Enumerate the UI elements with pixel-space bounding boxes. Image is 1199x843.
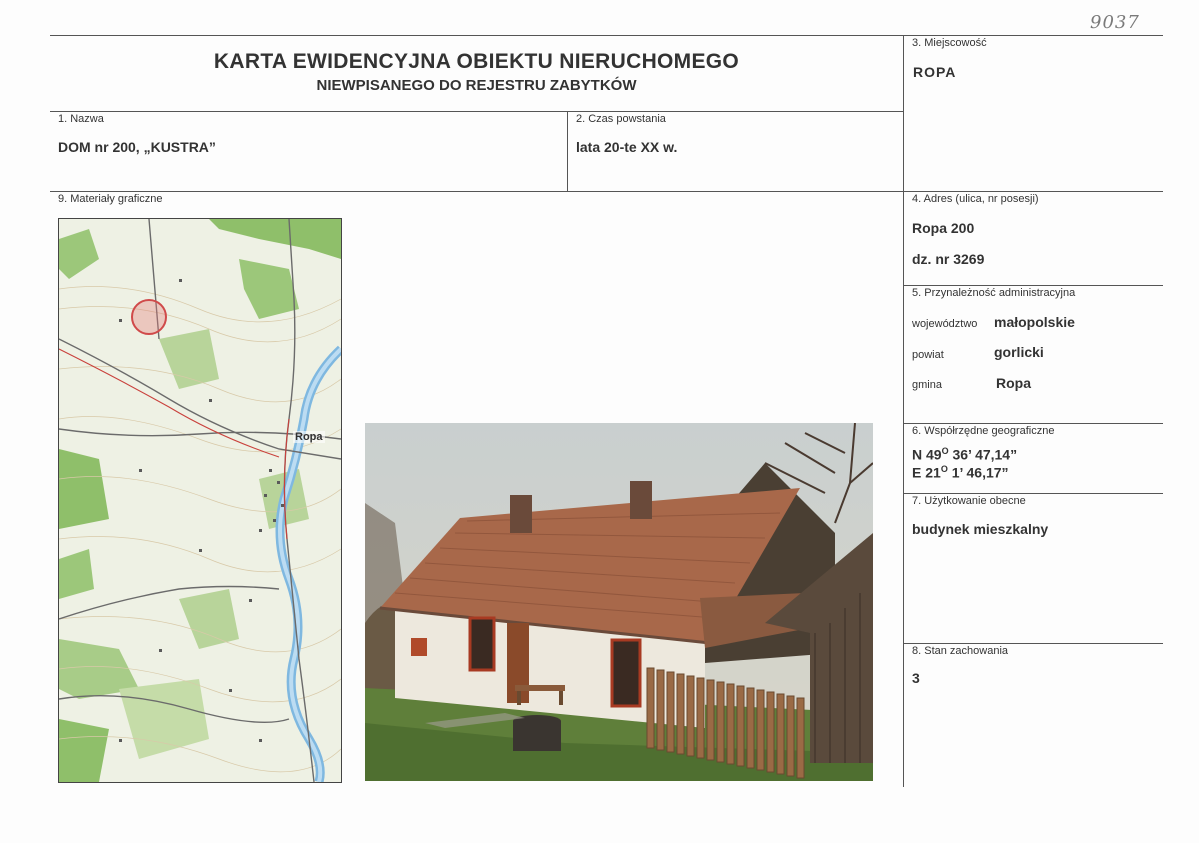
location-map: Ropa xyxy=(58,218,342,783)
uzytkowanie-value: budynek mieszkalny xyxy=(912,521,1049,537)
divider xyxy=(50,111,903,112)
adres-label: 4. Adres (ulica, nr posesji) xyxy=(912,193,1039,205)
map-graphic xyxy=(59,219,341,782)
top-border xyxy=(50,35,1163,36)
longitude: E 21O 1’ 46,17” xyxy=(912,464,1009,481)
degree-mark: O xyxy=(940,464,948,474)
photo-graphic xyxy=(365,423,873,781)
adres-line1: Ropa 200 xyxy=(912,220,975,236)
page-subtitle: NIEWPISANEGO DO REJESTRU ZABYTKÓW xyxy=(316,77,637,94)
materialy-label: 9. Materiały graficzne xyxy=(58,193,163,205)
miejscowosc-label: 3. Miejscowość xyxy=(912,37,987,49)
stan-value: 3 xyxy=(912,670,920,686)
stan-label: 8. Stan zachowania xyxy=(912,645,1009,657)
latitude-min-sec: 36’ 47,14” xyxy=(948,446,1018,463)
miejscowosc-value: ROPA xyxy=(913,64,957,80)
gmina-value: Ropa xyxy=(996,375,1031,391)
page-title: KARTA EWIDENCYJNA OBIEKTU NIERUCHOMEGO xyxy=(213,50,740,73)
czas-label: 2. Czas powstania xyxy=(576,113,666,125)
wspolrzedne-label: 6. Współrzędne geograficzne xyxy=(912,425,1055,437)
divider xyxy=(903,35,904,787)
page-header: KARTA EWIDENCYJNA OBIEKTU NIERUCHOMEGO N… xyxy=(50,50,903,94)
degree-mark: O xyxy=(941,446,949,456)
handwritten-number: 9037 xyxy=(1090,12,1140,33)
przynaleznosc-label: 5. Przynależność administracyjna xyxy=(912,287,1076,299)
divider xyxy=(903,423,1163,424)
map-town-label: Ropa xyxy=(293,431,325,443)
powiat-label: powiat xyxy=(912,349,944,361)
house-photo xyxy=(365,423,873,781)
divider xyxy=(50,191,1163,192)
powiat-value: gorlicki xyxy=(994,344,1044,360)
longitude-min-sec: 1’ 46,17” xyxy=(947,464,1009,481)
divider xyxy=(903,643,1163,644)
gmina-label: gmina xyxy=(912,379,942,391)
divider xyxy=(903,493,1163,494)
czas-value: lata 20-te XX w. xyxy=(576,139,678,155)
wojewodztwo-label: województwo xyxy=(912,318,978,330)
latitude-deg: N 49 xyxy=(912,446,942,463)
nazwa-value: DOM nr 200, „KUSTRA” xyxy=(58,139,216,155)
adres-line2: dz. nr 3269 xyxy=(912,251,985,267)
longitude-deg: E 21 xyxy=(912,464,941,481)
latitude: N 49O 36’ 47,14” xyxy=(912,446,1017,463)
uzytkowanie-label: 7. Użytkowanie obecne xyxy=(912,495,1026,507)
nazwa-label: 1. Nazwa xyxy=(58,113,104,125)
divider xyxy=(903,285,1163,286)
wojewodztwo-value: małopolskie xyxy=(994,314,1075,330)
divider xyxy=(567,111,568,191)
